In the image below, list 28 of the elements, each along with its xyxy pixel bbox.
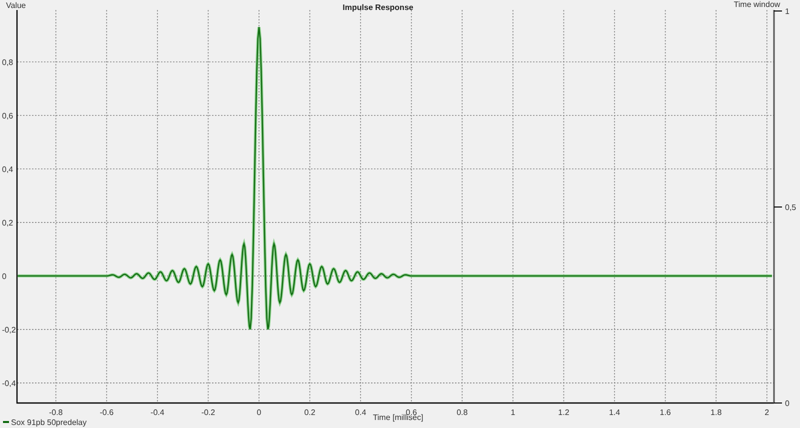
x-tick-label: -0.4 [150,408,164,417]
chart-title: Impulse Response [342,3,414,12]
y-tick-label: 0,8 [2,58,14,67]
secondary-tick-label: 1 [785,7,790,16]
x-tick-label: 0.4 [355,408,366,417]
secondary-axis-title: Time window [734,0,780,9]
x-tick-label: 1.8 [710,408,722,417]
secondary-tick-label: 0 [785,399,790,408]
x-tick-label: 1 [510,408,516,417]
x-tick-label: 2 [764,408,770,417]
y-tick-label: -0,4 [2,378,16,388]
x-tick-label: 0.8 [456,408,468,417]
y-tick-label: 0,6 [2,111,14,120]
x-tick-label: -0.8 [48,408,63,417]
x-tick-label: 0 [256,408,262,417]
y-axis-title: Value [6,1,26,10]
y-tick-label: 0 [2,272,6,281]
legend-label: Sox 91pb 50predelay [11,418,87,427]
x-tick-label: 1.4 [608,408,620,417]
y-tick-label: 0,4 [2,164,14,174]
x-tick-label: -0.2 [201,408,216,417]
secondary-tick-label: 0,5 [785,203,796,212]
x-tick-label: 1.6 [660,408,671,417]
y-tick-label: -0,2 [2,325,16,334]
x-tick-label: -0.6 [100,408,114,417]
x-tick-label: 1.2 [558,408,570,417]
y-tick-label: 0,2 [2,218,14,228]
x-tick-label: 0.2 [304,408,316,417]
